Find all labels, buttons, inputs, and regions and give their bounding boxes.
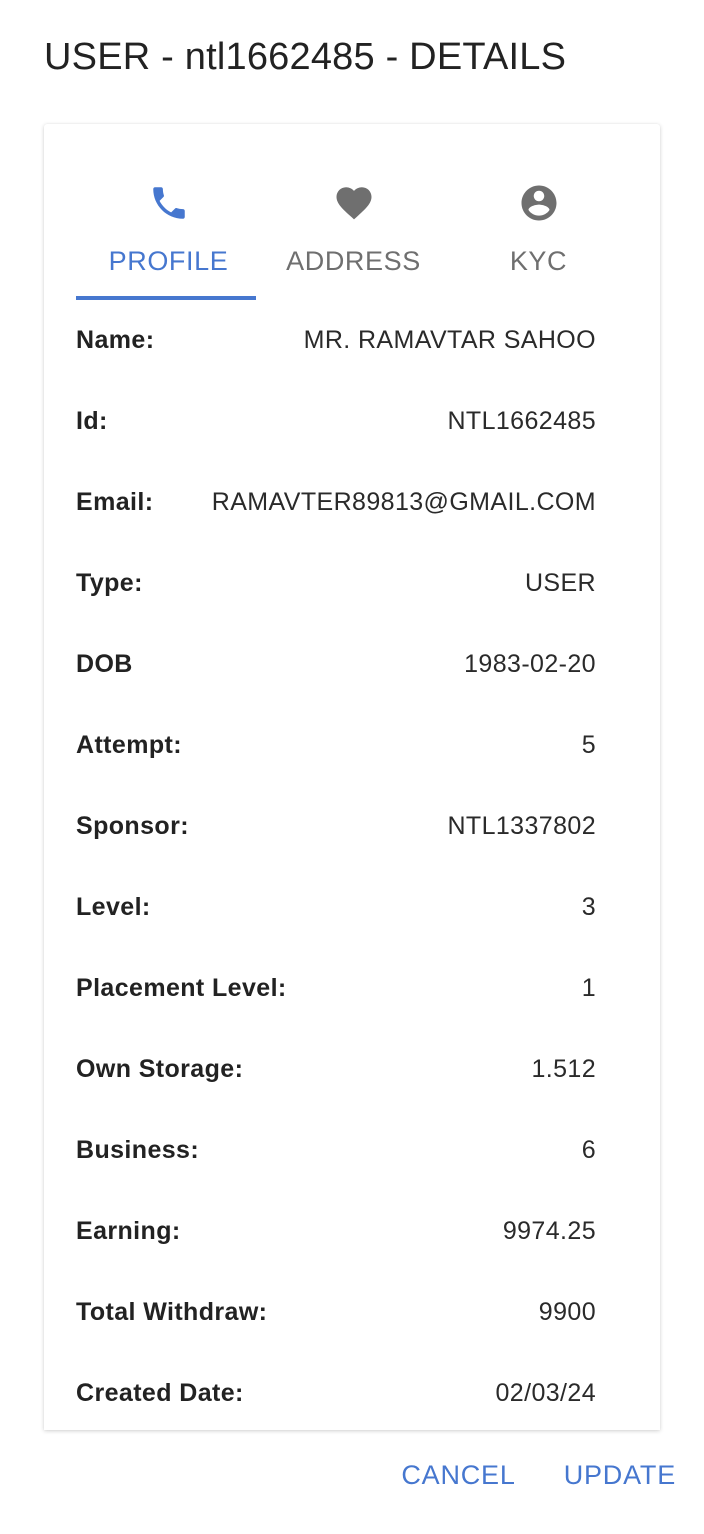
detail-label: Placement Level: — [76, 974, 287, 1002]
detail-label: Created Date: — [76, 1379, 244, 1407]
detail-row-dob: DOB 1983-02-20 — [76, 624, 596, 705]
detail-label: Name: — [76, 326, 155, 354]
account-circle-icon — [521, 185, 556, 221]
detail-label: Attempt: — [76, 731, 182, 759]
detail-label: Own Storage: — [76, 1055, 244, 1083]
user-details-dialog: USER - ntl1662485 - DETAILS PROFILE ADDR… — [0, 0, 704, 1534]
detail-label: Sponsor: — [76, 812, 189, 840]
detail-value: 1.512 — [531, 1055, 596, 1083]
detail-value: 1 — [581, 974, 596, 1002]
detail-label: Email: — [76, 488, 154, 516]
tab-address-label: ADDRESS — [286, 246, 421, 276]
details-card: PROFILE ADDRESS KYC Name: MR. RAMAVTAR S… — [44, 124, 660, 1430]
detail-value: MR. RAMAVTAR SAHOO — [303, 326, 596, 354]
detail-row-placement-level: Placement Level: 1 — [76, 948, 596, 1029]
detail-value: 9974.25 — [502, 1217, 596, 1245]
detail-row-type: Type: USER — [76, 543, 596, 624]
profile-details-list: Name: MR. RAMAVTAR SAHOO Id: NTL1662485 … — [76, 300, 596, 1430]
tab-profile[interactable]: PROFILE — [76, 174, 261, 300]
detail-label: Earning: — [76, 1217, 181, 1245]
detail-value: USER — [524, 569, 596, 597]
detail-row-name: Name: MR. RAMAVTAR SAHOO — [76, 300, 596, 381]
detail-row-own-storage: Own Storage: 1.512 — [76, 1029, 596, 1110]
tab-kyc[interactable]: KYC — [446, 174, 631, 300]
detail-value: 02/03/24 — [495, 1379, 596, 1407]
detail-row-id: Id: NTL1662485 — [76, 381, 596, 462]
tab-address[interactable]: ADDRESS — [261, 174, 446, 300]
detail-row-earning: Earning: 9974.25 — [76, 1191, 596, 1272]
dialog-title: USER - ntl1662485 - DETAILS — [44, 36, 567, 78]
dialog-actions: CANCEL UPDATE — [401, 1460, 676, 1491]
heart-icon — [336, 187, 371, 220]
detail-value: 3 — [581, 893, 596, 921]
detail-row-attempt: Attempt: 5 — [76, 705, 596, 786]
detail-label: Type: — [76, 569, 143, 597]
cancel-button[interactable]: CANCEL — [401, 1460, 515, 1491]
phone-icon — [152, 187, 185, 219]
detail-label: Level: — [76, 893, 151, 921]
detail-row-level: Level: 3 — [76, 867, 596, 948]
detail-value: 5 — [581, 731, 596, 759]
detail-row-total-withdraw: Total Withdraw: 9900 — [76, 1272, 596, 1353]
detail-row-sponsor: Sponsor: NTL1337802 — [76, 786, 596, 867]
detail-value: 6 — [581, 1136, 596, 1164]
detail-value: 1983-02-20 — [464, 650, 596, 678]
detail-row-email: Email: RAMAVTER89813@GMAIL.COM — [76, 462, 596, 543]
detail-label: Business: — [76, 1136, 200, 1164]
detail-label: Total Withdraw: — [76, 1298, 268, 1326]
detail-value: NTL1337802 — [447, 812, 596, 840]
detail-value: RAMAVTER89813@GMAIL.COM — [211, 488, 596, 516]
detail-row-business: Business: 6 — [76, 1110, 596, 1191]
detail-label: DOB — [76, 650, 133, 678]
detail-value: 9900 — [538, 1298, 596, 1326]
detail-row-created-date: Created Date: 02/03/24 — [76, 1353, 596, 1430]
detail-label: Id: — [76, 407, 108, 435]
tab-kyc-label: KYC — [509, 246, 568, 276]
tab-profile-label: PROFILE — [108, 246, 229, 276]
detail-value: NTL1662485 — [447, 407, 596, 435]
update-button[interactable]: UPDATE — [564, 1460, 676, 1491]
tab-bar: PROFILE ADDRESS KYC — [76, 174, 632, 300]
